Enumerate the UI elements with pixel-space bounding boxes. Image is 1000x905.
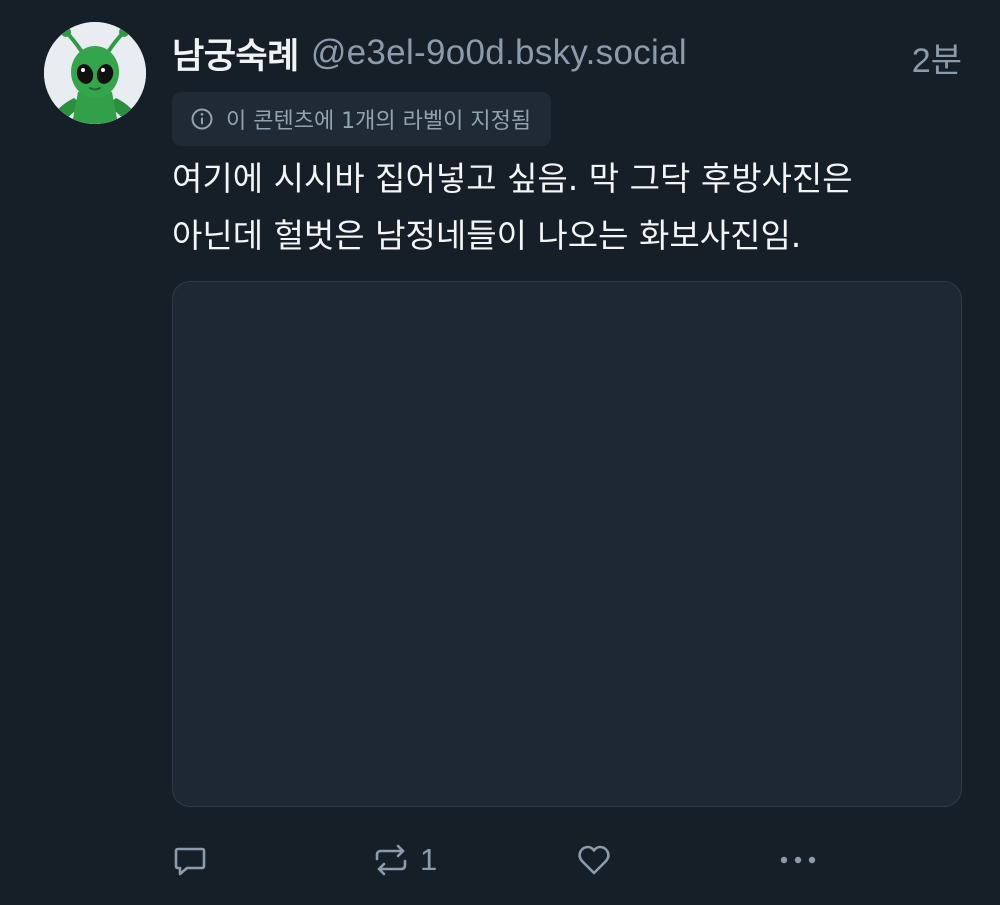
post-text-line-1: 여기에 시시바 집어넣고 싶음. 막 그닥 후방사진은 [172, 159, 853, 198]
content-label-pill[interactable]: 이 콘텐츠에 1개의 라벨이 지정됨 [172, 92, 552, 146]
hidden-media-placeholder[interactable] [172, 281, 962, 807]
avatar[interactable] [44, 22, 146, 124]
heart-icon [578, 845, 610, 875]
post-text-line-2: 아닌데 헐벗은 남정네들이 나오는 화보사진임. [172, 216, 802, 255]
repost-icon [375, 844, 407, 876]
like-button[interactable] [574, 830, 614, 890]
more-options-button[interactable] [775, 830, 821, 890]
more-horizontal-icon [780, 856, 816, 864]
info-circle-icon [191, 108, 213, 130]
post-actions: 1 [160, 830, 950, 890]
post-text: 여기에 시시바 집어넣고 싶음. 막 그닥 후방사진은 아닌데 헐벗은 남정네들… [172, 150, 962, 264]
author-display-name[interactable]: 남궁숙례 [172, 28, 299, 79]
repost-count: 1 [420, 842, 438, 877]
post-timestamp[interactable]: 2분 [912, 33, 962, 82]
reply-icon [174, 847, 206, 876]
post-header: 남궁숙례 @e3el-9o0d.bsky.social 2분 [172, 28, 962, 80]
content-label-text: 이 콘텐츠에 1개의 라벨이 지정됨 [226, 109, 532, 134]
repost-button[interactable]: 1 [370, 830, 437, 890]
alien-plush-avatar-image [44, 22, 146, 124]
post[interactable]: 남궁숙례 @e3el-9o0d.bsky.social 2분 이 콘텐츠에 1개… [0, 0, 1000, 905]
author-handle[interactable]: @e3el-9o0d.bsky.social [311, 33, 687, 73]
reply-button[interactable] [170, 830, 210, 890]
